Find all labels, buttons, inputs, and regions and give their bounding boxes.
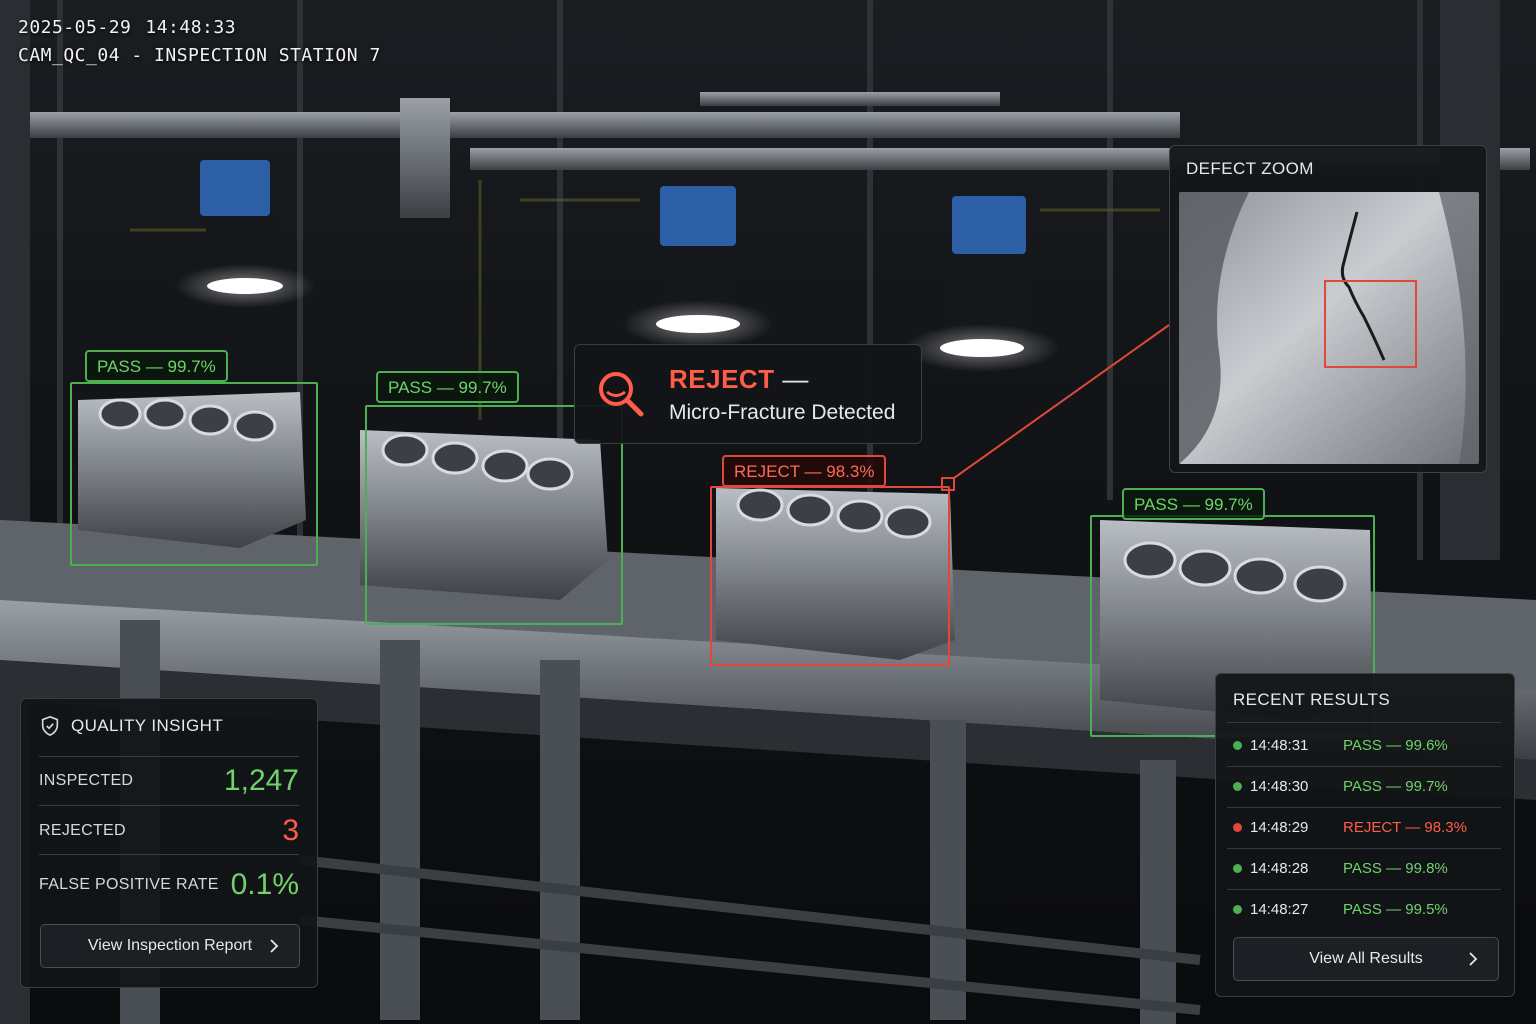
defect-zoom-title: DEFECT ZOOM [1186,159,1314,178]
result-status: PASS — 99.6% [1343,737,1448,754]
rejected-value: 3 [282,814,299,847]
chevron-right-icon [1469,952,1478,966]
view-inspection-report-label: View Inspection Report [87,937,253,954]
divider [39,756,299,757]
detection-box-3-reject[interactable] [710,486,950,666]
detection-label-1: PASS — 99.7% [85,350,228,382]
quality-insight-panel: QUALITY INSIGHT INSPECTED 1,247 REJECTED… [20,698,318,988]
status-dot [1233,864,1242,873]
result-row[interactable]: 14:48:28 PASS — 99.8% [1233,848,1501,889]
result-status: REJECT — 98.3% [1343,819,1467,836]
rejected-label: REJECTED [39,822,126,839]
callout-title: REJECT [669,363,775,394]
result-time: 14:48:28 [1250,860,1309,877]
result-status: PASS — 99.5% [1343,901,1448,918]
quality-insight-header: QUALITY INSIGHT [39,715,223,737]
quality-insight-title: QUALITY INSIGHT [71,716,224,735]
shield-check-icon [41,715,59,737]
result-status: PASS — 99.7% [1343,778,1448,795]
false-positive-rate-value: 0.1% [230,868,299,901]
result-time: 14:48:29 [1250,819,1309,836]
timestamp: 2025-05-29 14:48:33 [18,14,381,42]
view-all-results-button[interactable]: View All Results [1233,937,1499,981]
recent-results-title: RECENT RESULTS [1233,690,1391,709]
rejected-row: REJECTED 3 [39,811,299,851]
hud-time: 14:48:33 [145,17,237,38]
recent-results-panel: RECENT RESULTS 14:48:31 PASS — 99.6% 14:… [1215,673,1515,997]
detection-box-1[interactable] [70,382,318,566]
status-dot [1233,823,1242,832]
callout-subtitle: Micro-Fracture Detected [669,400,896,424]
result-row[interactable]: 14:48:31 PASS — 99.6% [1233,725,1501,766]
detection-label-2: PASS — 99.7% [376,371,519,403]
view-all-results-label: View All Results [1309,950,1423,967]
view-inspection-report-button[interactable]: View Inspection Report [40,924,300,968]
divider [1227,722,1501,723]
chevron-right-icon [270,939,279,953]
divider [39,854,299,855]
result-row[interactable]: 14:48:29 REJECT — 98.3% [1233,807,1501,848]
result-status: PASS — 99.8% [1343,860,1448,877]
result-row[interactable]: 14:48:27 PASS — 99.5% [1233,889,1501,930]
status-dot [1233,741,1242,750]
camera-id: CAM_QC_04 - INSPECTION STATION 7 [18,45,381,66]
inspected-label: INSPECTED [39,772,134,789]
inspected-row: INSPECTED 1,247 [39,761,299,801]
status-dot [1233,905,1242,914]
false-positive-rate-label: FALSE POSITIVE RATE [39,876,219,893]
search-icon [599,372,644,417]
result-time: 14:48:27 [1250,901,1309,918]
detection-label-3: REJECT — 98.3% [722,455,887,487]
callout-dash: — [782,363,809,394]
status-dot [1233,782,1242,791]
result-row[interactable]: 14:48:30 PASS — 99.7% [1233,766,1501,807]
hud-date: 2025-05-29 [18,17,132,38]
camera-hud-header: 2025-05-29 14:48:33 CAM_QC_04 - INSPECTIO… [18,14,381,70]
defect-zoom-image [1179,192,1479,464]
inspected-value: 1,247 [223,764,299,797]
result-time: 14:48:31 [1250,737,1309,754]
detection-label-4: PASS — 99.7% [1122,488,1265,520]
defect-zoom-panel: DEFECT ZOOM [1169,145,1487,473]
result-time: 14:48:30 [1250,778,1309,795]
false-positive-rate-row: FALSE POSITIVE RATE 0.1% [39,865,299,905]
reject-callout: REJECT — Micro-Fracture Detected [574,344,922,444]
divider [39,805,299,806]
